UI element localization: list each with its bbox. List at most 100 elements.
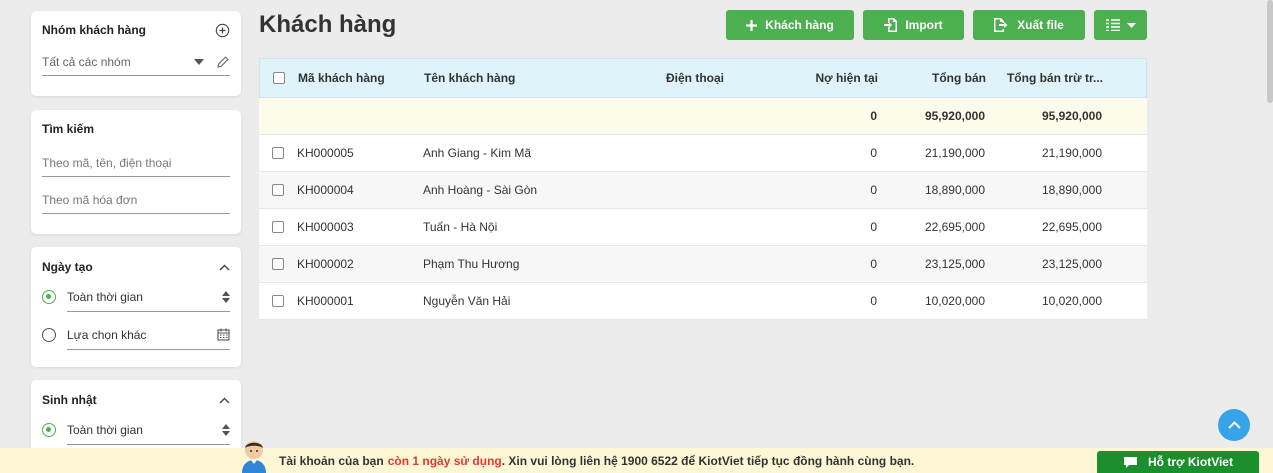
customer-group-panel: Nhóm khách hàng Tất cả các nhóm — [31, 11, 241, 96]
cell-code: KH000001 — [297, 294, 354, 308]
import-label: Import — [905, 18, 943, 32]
table-row[interactable]: KH000004 Anh Hoàng - Sài Gòn 0 18,890,00… — [259, 172, 1147, 209]
search-input[interactable] — [42, 155, 230, 170]
col-net-sales[interactable]: Tổng bán trừ tr... — [986, 71, 1103, 85]
cell-code: KH000004 — [297, 183, 354, 197]
cell-net: 18,890,000 — [1041, 183, 1102, 197]
table-row[interactable]: KH000001 Nguyễn Văn Hải 0 10,020,000 10,… — [259, 283, 1147, 320]
cell-name: Anh Hoàng - Sài Gòn — [423, 183, 538, 197]
radio-selected[interactable] — [42, 290, 56, 304]
radio-selected[interactable] — [42, 423, 56, 437]
col-debt[interactable]: Nợ hiện tại — [766, 71, 878, 85]
list-view-icon — [1105, 19, 1120, 31]
row-checkbox[interactable] — [272, 184, 284, 196]
search-field-wrap — [42, 149, 230, 177]
import-icon — [884, 18, 898, 32]
export-button[interactable]: Xuất file — [973, 10, 1085, 40]
cell-sales: 22,695,000 — [924, 220, 985, 234]
search-title: Tìm kiếm — [42, 122, 95, 136]
created-date-title: Ngày tạo — [42, 260, 93, 274]
row-checkbox[interactable] — [272, 295, 284, 307]
col-name[interactable]: Tên khách hàng — [424, 71, 666, 85]
account-expiry-banner: Tài khoản của bạn còn 1 ngày sử dụng . X… — [0, 448, 1273, 473]
scroll-top-button[interactable] — [1218, 409, 1250, 441]
chevron-up-icon[interactable] — [219, 397, 230, 404]
caret-down-icon[interactable] — [194, 58, 204, 65]
cell-code: KH000002 — [297, 257, 354, 271]
search-panel: Tìm kiếm — [31, 110, 241, 234]
page-scrollbar[interactable] — [1267, 0, 1273, 103]
invoice-search-input[interactable] — [42, 192, 230, 207]
cell-debt: 0 — [870, 294, 877, 308]
summary-row: 0 95,920,000 95,920,000 — [259, 98, 1147, 135]
view-options-button[interactable] — [1094, 10, 1147, 40]
created-all-time-label: Toàn thời gian — [67, 289, 143, 304]
cell-name: Phạm Thu Hương — [423, 257, 520, 271]
cell-name: Tuấn - Hà Nội — [423, 220, 498, 234]
support-label: Hỗ trợ KiotViet — [1148, 455, 1233, 469]
birthday-all-time-label: Toàn thời gian — [67, 422, 143, 437]
cell-name: Anh Giang - Kim Mã — [423, 146, 532, 160]
table-row[interactable]: KH000003 Tuấn - Hà Nội 0 22,695,000 22,6… — [259, 209, 1147, 246]
plus-icon — [746, 19, 758, 31]
sort-icon[interactable] — [222, 423, 230, 436]
cell-code: KH000003 — [297, 220, 354, 234]
birthday-title: Sinh nhật — [42, 393, 97, 407]
created-custom-label: Lựa chọn khác — [67, 327, 147, 342]
sort-icon[interactable] — [222, 290, 230, 303]
created-date-panel: Ngày tạo Toàn thời gian Lựa chọn khác — [31, 247, 241, 367]
created-all-time-option[interactable]: Toàn thời gian — [42, 279, 230, 315]
cell-net: 21,190,000 — [1041, 146, 1102, 160]
customer-group-select[interactable]: Tất cả các nhóm — [42, 48, 230, 76]
col-code[interactable]: Mã khách hàng — [298, 71, 424, 85]
cell-debt: 0 — [870, 146, 877, 160]
add-customer-label: Khách hàng — [765, 18, 834, 32]
banner-text-after: . Xin vui lòng liên hệ 1900 6522 để Kiot… — [501, 453, 915, 468]
cell-net: 10,020,000 — [1041, 294, 1102, 308]
birthday-panel: Sinh nhật Toàn thời gian — [31, 380, 241, 455]
col-phone[interactable]: Điện thoại — [666, 71, 766, 85]
cell-sales: 18,890,000 — [924, 183, 985, 197]
row-checkbox[interactable] — [272, 147, 284, 159]
table-row[interactable]: KH000002 Phạm Thu Hương 0 23,125,000 23,… — [259, 246, 1147, 283]
pencil-icon[interactable] — [216, 55, 230, 69]
cell-debt: 0 — [870, 220, 877, 234]
summary-debt: 0 — [870, 109, 877, 123]
arrow-up-icon — [1227, 421, 1241, 429]
row-checkbox[interactable] — [272, 258, 284, 270]
row-checkbox[interactable] — [272, 221, 284, 233]
banner-highlight: còn 1 ngày sử dụng — [387, 453, 502, 468]
support-chat-button[interactable]: Hỗ trợ KiotViet — [1097, 451, 1259, 473]
mascot-icon — [237, 437, 271, 473]
customer-group-title: Nhóm khách hàng — [42, 23, 147, 37]
cell-name: Nguyễn Văn Hải — [423, 294, 511, 308]
customer-table: Mã khách hàng Tên khách hàng Điện thoại … — [259, 58, 1147, 320]
plus-circle-icon[interactable] — [215, 23, 230, 38]
select-all-checkbox[interactable] — [273, 72, 285, 84]
page-title: Khách hàng — [259, 11, 397, 38]
add-customer-button[interactable]: Khách hàng — [726, 10, 854, 40]
import-button[interactable]: Import — [863, 10, 964, 40]
cell-net: 23,125,000 — [1041, 257, 1102, 271]
cell-sales: 10,020,000 — [924, 294, 985, 308]
cell-debt: 0 — [870, 183, 877, 197]
summary-net: 95,920,000 — [1041, 109, 1102, 123]
cell-debt: 0 — [870, 257, 877, 271]
birthday-all-time-option[interactable]: Toàn thời gian — [42, 412, 230, 448]
radio-unselected[interactable] — [42, 328, 56, 342]
caret-down-icon — [1126, 22, 1136, 28]
calendar-icon[interactable] — [217, 328, 230, 341]
cell-net: 22,695,000 — [1041, 220, 1102, 234]
invoice-search-wrap — [42, 186, 230, 214]
cell-sales: 21,190,000 — [924, 146, 985, 160]
table-header: Mã khách hàng Tên khách hàng Điện thoại … — [259, 58, 1147, 98]
table-row[interactable]: KH000005 Anh Giang - Kim Mã 0 21,190,000… — [259, 135, 1147, 172]
created-custom-option[interactable]: Lựa chọn khác — [42, 317, 230, 353]
banner-text-before: Tài khoản của bạn — [279, 453, 384, 468]
summary-sales: 95,920,000 — [924, 109, 985, 123]
export-icon — [994, 18, 1009, 32]
chevron-up-icon[interactable] — [219, 264, 230, 271]
col-sales[interactable]: Tổng bán — [878, 71, 986, 85]
export-label: Xuất file — [1017, 18, 1064, 32]
cell-code: KH000005 — [297, 146, 354, 160]
